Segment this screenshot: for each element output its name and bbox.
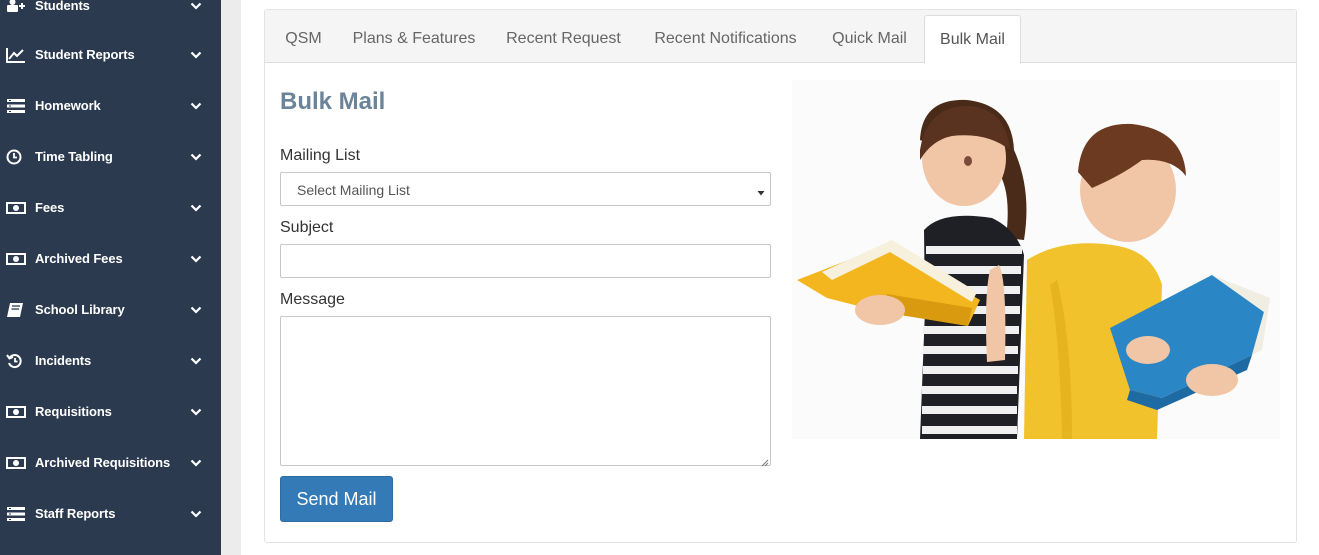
sidebar-item-fees[interactable]: Fees xyxy=(0,182,221,233)
tab-plans-features[interactable]: Plans & Features xyxy=(344,15,484,63)
sidebar-item-archived-requisitions[interactable]: Archived Requisitions xyxy=(0,437,221,488)
resize-handle-icon[interactable] xyxy=(759,454,769,467)
chevron-down-icon xyxy=(189,0,203,13)
money-icon xyxy=(6,404,26,420)
chevron-down-icon xyxy=(189,99,203,113)
money-icon xyxy=(6,251,26,267)
main-content: QSM Plans & Features Recent Request Rece… xyxy=(221,0,1319,555)
subject-label: Subject xyxy=(280,219,334,236)
chevron-down-icon xyxy=(189,201,203,215)
sidebar-item-label: Time Tabling xyxy=(35,149,113,164)
chevron-down-icon xyxy=(189,405,203,419)
tab-quick-mail[interactable]: Quick Mail xyxy=(822,15,917,63)
chevron-down-icon xyxy=(189,252,203,266)
sidebar-item-staff-reports[interactable]: Staff Reports xyxy=(0,488,221,539)
tab-recent-request[interactable]: Recent Request xyxy=(498,15,629,63)
mailing-list-selected: Select Mailing List xyxy=(297,182,410,198)
sidebar: Students Student Reports Homework Time T… xyxy=(0,0,221,555)
sidebar-item-incidents[interactable]: Incidents xyxy=(0,335,221,386)
chevron-down-icon xyxy=(189,48,203,62)
clock-icon xyxy=(6,149,26,165)
line-chart-icon xyxy=(6,47,26,63)
list-icon xyxy=(6,98,26,114)
mail-card: QSM Plans & Features Recent Request Rece… xyxy=(264,9,1297,543)
sidebar-item-label: Archived Requisitions xyxy=(35,455,171,470)
sidebar-item-label: Staff Reports xyxy=(35,506,116,521)
add-user-icon xyxy=(6,0,26,14)
children-reading-image xyxy=(792,80,1280,439)
sidebar-item-label: Homework xyxy=(35,98,101,113)
mailing-list-label: Mailing List xyxy=(280,147,361,164)
send-mail-button[interactable]: Send Mail xyxy=(280,476,393,522)
chevron-down-icon xyxy=(189,507,203,521)
chevron-down-icon xyxy=(189,354,203,368)
chevron-down-icon xyxy=(189,150,203,164)
chevron-down-icon xyxy=(189,303,203,317)
sidebar-item-school-library[interactable]: School Library xyxy=(0,284,221,335)
sidebar-item-student-reports[interactable]: Student Reports xyxy=(0,29,221,80)
caret-down-icon xyxy=(757,184,765,196)
history-icon xyxy=(6,353,26,369)
sidebar-item-requisitions[interactable]: Requisitions xyxy=(0,386,221,437)
book-icon xyxy=(6,302,26,318)
tab-bar: QSM Plans & Features Recent Request Rece… xyxy=(265,10,1296,64)
sidebar-item-homework[interactable]: Homework xyxy=(0,80,221,131)
sidebar-item-label: Fees xyxy=(35,200,65,215)
tab-recent-notifications[interactable]: Recent Notifications xyxy=(643,15,808,63)
sidebar-item-label: Students xyxy=(35,0,90,13)
mailing-list-select[interactable]: Select Mailing List xyxy=(280,172,771,206)
sidebar-item-students[interactable]: Students xyxy=(0,0,221,31)
page-title: Bulk Mail xyxy=(280,88,386,115)
message-textarea[interactable] xyxy=(280,316,771,467)
chevron-down-icon xyxy=(189,456,203,470)
tab-qsm[interactable]: QSM xyxy=(277,15,330,63)
list-icon xyxy=(6,506,26,522)
sidebar-item-label: Requisitions xyxy=(35,404,112,419)
sidebar-item-label: Incidents xyxy=(35,353,92,368)
sidebar-item-time-tabling[interactable]: Time Tabling xyxy=(0,131,221,182)
message-label: Message xyxy=(280,291,345,308)
sidebar-item-archived-fees[interactable]: Archived Fees xyxy=(0,233,221,284)
subject-input[interactable] xyxy=(280,244,771,278)
sidebar-item-label: School Library xyxy=(35,302,125,317)
money-icon xyxy=(6,200,26,216)
sidebar-item-label: Archived Fees xyxy=(35,251,123,266)
money-icon xyxy=(6,455,26,471)
sidebar-item-label: Student Reports xyxy=(35,47,135,62)
tab-bulk-mail[interactable]: Bulk Mail xyxy=(924,15,1021,64)
